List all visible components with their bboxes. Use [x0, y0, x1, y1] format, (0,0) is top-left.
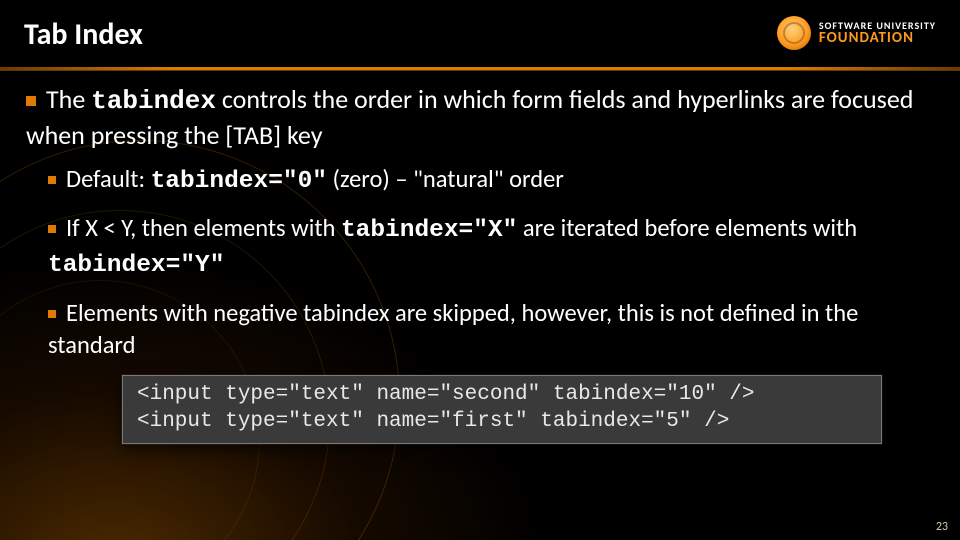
sub-bullet-1: Default: tabindex="0" (zero) – "natural"…: [48, 163, 934, 198]
bullet-icon: [48, 310, 56, 318]
page-number: 23: [936, 520, 948, 534]
code-inline: tabindex="Y": [48, 252, 224, 279]
bullet-icon: [48, 176, 56, 184]
lightbulb-icon: [777, 16, 811, 50]
text: Default:: [66, 164, 151, 194]
slide-title: Tab Index: [24, 16, 143, 53]
brand-logo: SOFTWARE UNIVERSITY FOUNDATION: [777, 16, 936, 50]
text: are iterated before elements with: [517, 213, 857, 243]
code-inline: tabindex="X": [341, 217, 517, 244]
slide-content: The tabindex controls the order in which…: [0, 70, 960, 444]
code-inline: tabindex="0": [151, 168, 327, 195]
bullet-icon: [26, 96, 36, 106]
text: If X < Y, then elements with: [66, 213, 341, 243]
code-example: <input type="text" name="second" tabinde…: [122, 375, 882, 444]
bullet-icon: [48, 225, 56, 233]
bullet-1: The tabindex controls the order in which…: [26, 82, 934, 153]
brand-text: SOFTWARE UNIVERSITY FOUNDATION: [819, 21, 936, 46]
sub-bullet-3: Elements with negative tabindex are skip…: [48, 297, 934, 362]
brand-line2: FOUNDATION: [819, 31, 936, 46]
text: Elements with negative tabindex are skip…: [48, 298, 858, 360]
code-inline: tabindex: [91, 86, 216, 116]
slide-header: Tab Index SOFTWARE UNIVERSITY FOUNDATION: [0, 0, 960, 61]
text: (zero) – "natural" order: [327, 164, 564, 194]
code-line-2: <input type="text" name="first" tabindex…: [137, 409, 867, 435]
sub-bullet-2: If X < Y, then elements with tabindex="X…: [48, 212, 934, 283]
text: The: [46, 83, 91, 115]
code-line-1: <input type="text" name="second" tabinde…: [137, 382, 867, 408]
